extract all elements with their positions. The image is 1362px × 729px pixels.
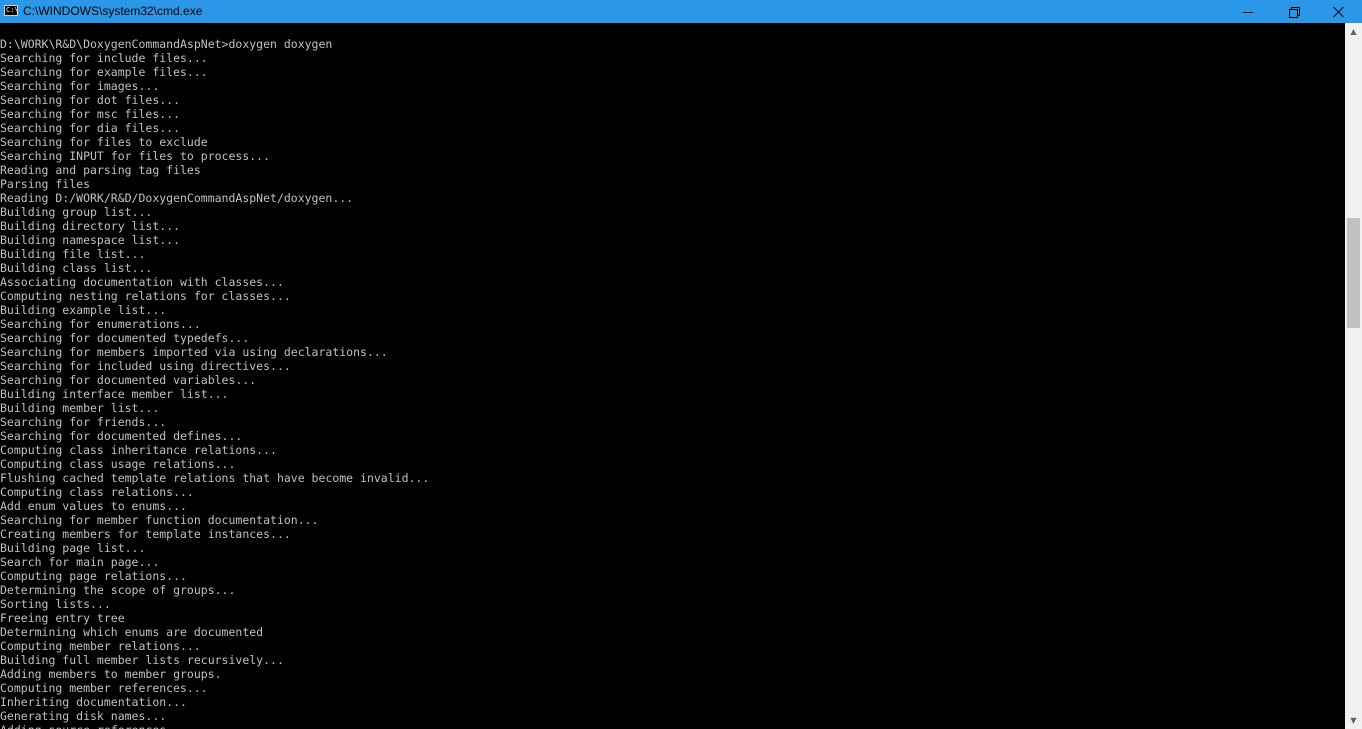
console-line: D:\WORK\R&D\DoxygenCommandAspNet>doxygen… — [0, 37, 333, 51]
console-line: Computing class usage relations... — [0, 457, 236, 471]
cmd-window: C:\ C:\WINDOWS\system32\cmd.exe D:\WORK\… — [0, 0, 1362, 729]
console-line: Building file list... — [0, 247, 146, 261]
console-line: Adding source references... — [0, 723, 429, 729]
restore-icon — [1289, 6, 1300, 18]
title-bar[interactable]: C:\ C:\WINDOWS\system32\cmd.exe — [0, 0, 1362, 23]
console-line: Building group list... — [0, 205, 153, 219]
console-line: Searching for files to exclude — [0, 135, 208, 149]
vertical-scrollbar[interactable]: ▲ ▼ — [1345, 23, 1362, 729]
console-line: Searching for dia files... — [0, 121, 181, 135]
console-line: Searching for msc files... — [0, 107, 181, 121]
console-line: Searching for documented variables... — [0, 373, 257, 387]
console-line: Building namespace list... — [0, 233, 181, 247]
window-title: C:\WINDOWS\system32\cmd.exe — [23, 4, 203, 18]
console-line: Computing nesting relations for classes.… — [0, 289, 291, 303]
console-line: Parsing files — [0, 177, 91, 191]
close-icon — [1333, 6, 1345, 18]
console-line: Building class list... — [0, 261, 153, 275]
console-line: Computing class relations... — [0, 485, 194, 499]
console-line: Associating documentation with classes..… — [0, 275, 284, 289]
console-line: Building member list... — [0, 401, 160, 415]
console-line: Searching for enumerations... — [0, 317, 201, 331]
cmd-icon[interactable]: C:\ — [4, 5, 19, 16]
console-line: Determining which enums are documented — [0, 625, 264, 639]
close-button[interactable] — [1316, 0, 1362, 23]
console-line: Inheriting documentation... — [0, 695, 187, 709]
console-line: Searching for images... — [0, 79, 160, 93]
console-line: Searching for members imported via using… — [0, 345, 388, 359]
console-line: Determining the scope of groups... — [0, 583, 236, 597]
minimize-button[interactable] — [1225, 0, 1271, 23]
console-line: Reading D:/WORK/R&D/DoxygenCommandAspNet… — [0, 191, 354, 205]
console-line: Searching for documented defines... — [0, 429, 243, 443]
console-line: Searching for include files... — [0, 51, 208, 65]
maximize-button[interactable] — [1271, 0, 1317, 23]
console-line: Computing member relations... — [0, 639, 201, 653]
console-line: Building interface member list... — [0, 387, 229, 401]
console-line: Creating members for template instances.… — [0, 527, 291, 541]
console-line: Flushing cached template relations that … — [0, 471, 430, 485]
console-line: Searching for member function documentat… — [0, 513, 319, 527]
console-line: Searching for dot files... — [0, 93, 181, 107]
scroll-thumb[interactable] — [1347, 218, 1360, 328]
console-line: Search for main page... — [0, 555, 160, 569]
console-line: Reading and parsing tag files — [0, 163, 201, 177]
console-lines: D:\WORK\R&D\DoxygenCommandAspNet>doxygen… — [0, 37, 429, 729]
console-line: Building page list... — [0, 541, 146, 555]
console-line: Searching for included using directives.… — [0, 359, 291, 373]
console-line: Building example list... — [0, 303, 167, 317]
console-line: Computing class inheritance relations... — [0, 443, 277, 457]
console-output[interactable]: D:\WORK\R&D\DoxygenCommandAspNet>doxygen… — [0, 23, 1345, 729]
console-line: Building directory list... — [0, 219, 181, 233]
console-line: Adding members to member groups. — [0, 667, 222, 681]
scroll-down-icon[interactable]: ▼ — [1345, 712, 1362, 729]
console-line: Searching for example files... — [0, 65, 208, 79]
cmd-icon-text: C:\ — [6, 6, 19, 14]
console-line: Add enum values to enums... — [0, 499, 187, 513]
console-line: Freeing entry tree — [0, 611, 125, 625]
console-line: Computing page relations... — [0, 569, 187, 583]
console-line: Searching for friends... — [0, 415, 167, 429]
console-line: Sorting lists... — [0, 597, 111, 611]
console-line: Building full member lists recursively..… — [0, 653, 284, 667]
console-line: Searching INPUT for files to process... — [0, 149, 271, 163]
console-line: Computing member references... — [0, 681, 208, 695]
minimize-icon — [1243, 12, 1253, 13]
scroll-up-icon[interactable]: ▲ — [1345, 23, 1362, 40]
console-line: Generating disk names... — [0, 709, 167, 723]
console-line: Searching for documented typedefs... — [0, 331, 250, 345]
